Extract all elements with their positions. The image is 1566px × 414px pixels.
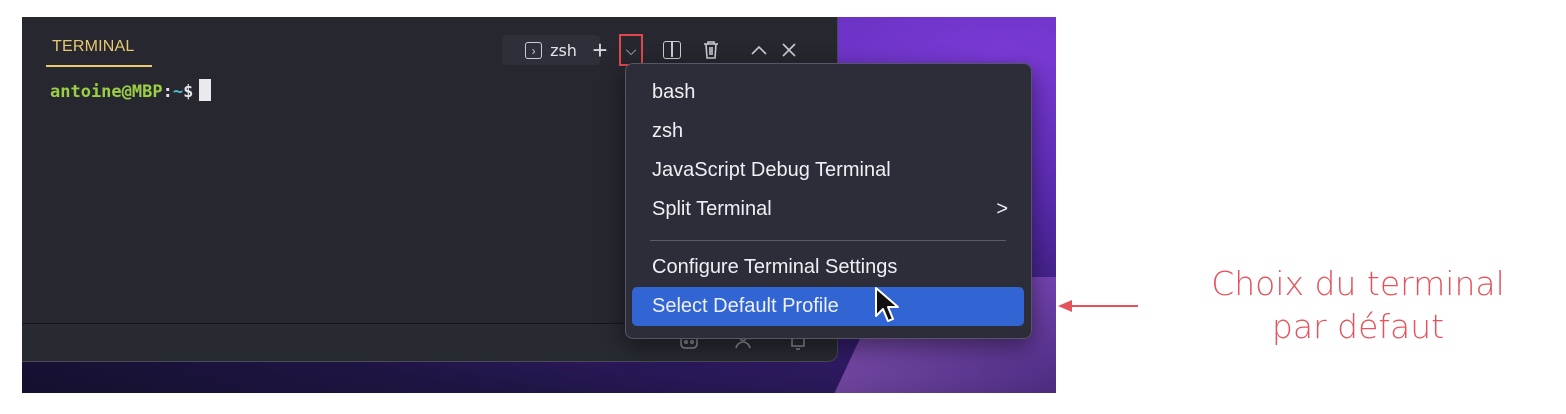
panel-header: TERMINAL › zsh + ⌵ bbox=[22, 17, 837, 69]
trash-icon[interactable] bbox=[696, 35, 726, 65]
chevron-down-icon[interactable]: ⌵ bbox=[619, 34, 643, 66]
screenshot: TERMINAL › zsh + ⌵ antoine@MBP:~$ bash z… bbox=[22, 17, 1056, 393]
menu-item-label: Split Terminal bbox=[652, 198, 772, 220]
menu-item-bash[interactable]: bash bbox=[632, 73, 1024, 112]
new-terminal-dropdown: bash zsh JavaScript Debug Terminal Split… bbox=[625, 63, 1032, 339]
terminal-prompt-icon: › bbox=[525, 41, 543, 59]
menu-item-label: bash bbox=[652, 81, 696, 103]
menu-item-label: zsh bbox=[652, 120, 684, 142]
mouse-pointer-icon bbox=[875, 287, 899, 322]
add-terminal-icon[interactable]: + bbox=[588, 35, 612, 65]
shell-selector[interactable]: › zsh bbox=[502, 35, 600, 65]
split-terminal-icon[interactable] bbox=[657, 35, 687, 65]
menu-item-label: Select Default Profile bbox=[652, 295, 839, 317]
chevron-up-icon[interactable] bbox=[744, 35, 774, 65]
prompt-dollar: $ bbox=[183, 82, 194, 102]
menu-item-split-terminal[interactable]: Split Terminal > bbox=[632, 190, 1024, 229]
menu-item-label: Configure Terminal Settings bbox=[652, 256, 898, 278]
text-cursor bbox=[199, 79, 212, 101]
annotation-text: Choix du terminal par défaut bbox=[1170, 262, 1546, 348]
menu-item-label: JavaScript Debug Terminal bbox=[652, 159, 891, 181]
annotation-line-1: Choix du terminal bbox=[1211, 264, 1505, 303]
menu-item-zsh[interactable]: zsh bbox=[632, 112, 1024, 151]
terminal-prompt[interactable]: antoine@MBP:~$ bbox=[50, 79, 212, 102]
prompt-colon: : bbox=[162, 82, 173, 102]
annotation-line-2: par défaut bbox=[1271, 307, 1445, 346]
tab-terminal[interactable]: TERMINAL bbox=[52, 38, 135, 56]
menu-item-configure-settings[interactable]: Configure Terminal Settings bbox=[632, 248, 1024, 287]
shell-name: zsh bbox=[550, 40, 577, 60]
close-icon[interactable] bbox=[774, 35, 804, 65]
prompt-user: antoine@MBP bbox=[50, 82, 163, 102]
prompt-path: ~ bbox=[172, 82, 184, 102]
menu-separator bbox=[650, 240, 1006, 241]
annotation-arrow-icon bbox=[1058, 300, 1138, 312]
menu-item-js-debug-terminal[interactable]: JavaScript Debug Terminal bbox=[632, 151, 1024, 190]
menu-item-select-default-profile[interactable]: Select Default Profile bbox=[632, 287, 1024, 326]
chevron-right-icon: > bbox=[996, 198, 1008, 220]
tab-active-indicator bbox=[46, 65, 152, 67]
